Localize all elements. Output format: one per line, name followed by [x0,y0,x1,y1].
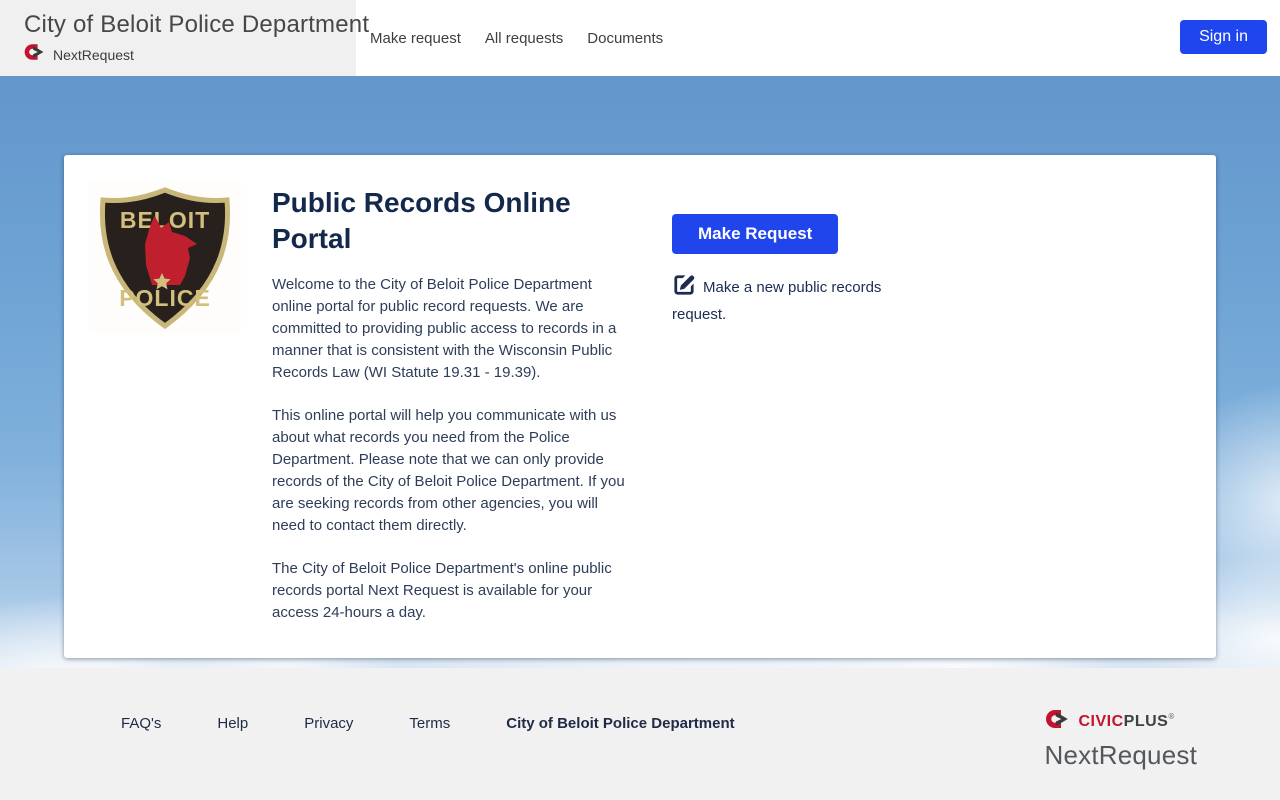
nav-all-requests[interactable]: All requests [485,24,563,53]
nav-make-request[interactable]: Make request [370,24,461,53]
make-request-hint: Make a new public records request. [672,273,890,326]
page-footer: FAQ's Help Privacy Terms City of Beloit … [0,668,1280,800]
main-nav: Make request All requests Documents [356,0,663,76]
portal-card: BELOIT POLICE Public Records Online Port… [64,155,1216,658]
footer-link-privacy[interactable]: Privacy [304,715,353,732]
make-request-hint-text: Make a new public records request. [672,279,882,323]
civicplus-cp-icon [24,44,46,65]
police-shield-graphic: BELOIT POLICE [99,187,231,330]
footer-link-help[interactable]: Help [217,715,248,732]
portal-intro-column: Public Records Online Portal Welcome to … [272,181,634,624]
edit-pencil-icon [672,275,696,301]
nextrequest-brand-label: NextRequest [53,46,134,63]
sign-in-button[interactable]: Sign in [1180,20,1267,54]
nextrequest-brand[interactable]: NextRequest [24,44,340,65]
hero-background: BELOIT POLICE Public Records Online Port… [0,76,1280,668]
agency-title: City of Beloit Police Department [24,11,370,38]
make-request-button[interactable]: Make Request [672,214,839,254]
civicplus-wordmark: CIVICPLUS® [1078,712,1175,730]
agency-brand-block: City of Beloit Police Department NextReq… [0,0,370,76]
footer-link-faqs[interactable]: FAQ's [121,715,161,732]
badge-bottom-text: POLICE [119,285,211,311]
footer-links: FAQ's Help Privacy Terms City of Beloit … [121,710,735,732]
footer-link-agency[interactable]: City of Beloit Police Department [506,715,734,732]
civicplus-footer-brand[interactable]: CIVICPLUS® NextRequest [1045,710,1198,771]
nextrequest-footer-logo: NextRequest [1044,740,1197,770]
page-title: Public Records Online Portal [272,187,571,254]
footer-link-terms[interactable]: Terms [409,715,450,732]
intro-paragraph-3: The City of Beloit Police Department's o… [272,560,612,621]
top-header: City of Beloit Police Department NextReq… [0,0,1280,76]
nav-documents[interactable]: Documents [587,24,663,53]
intro-paragraph-1: Welcome to the City of Beloit Police Dep… [272,276,617,381]
intro-paragraph-2: This online portal will help you communi… [272,407,625,534]
beloit-police-badge-image: BELOIT POLICE [89,182,241,334]
request-action-column: Make Request Make a new public records r… [672,181,890,326]
civicplus-cp-icon-footer [1045,710,1071,733]
